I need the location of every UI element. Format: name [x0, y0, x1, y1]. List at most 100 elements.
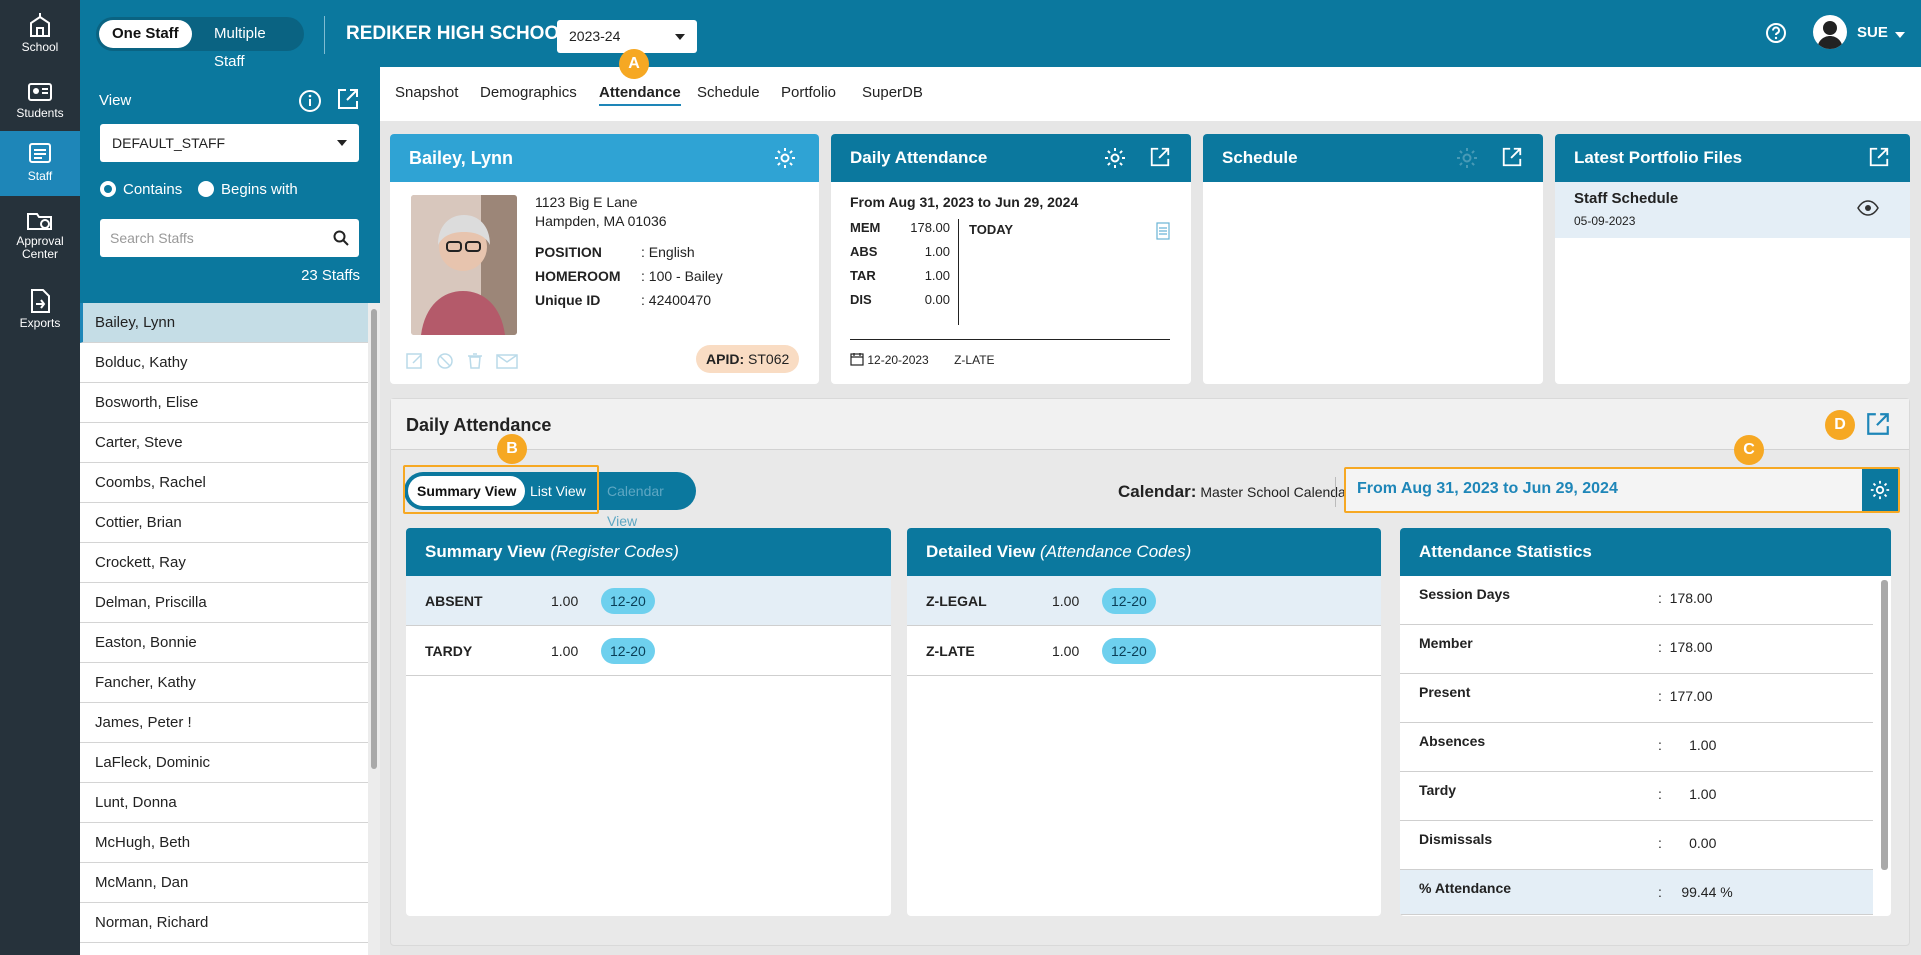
- staff-search-input[interactable]: [100, 219, 315, 257]
- staff-panel: View DEFAULT_STAFF Contains Begins with …: [80, 67, 380, 955]
- top-bar: One Staff Multiple Staff REDIKER HIGH SC…: [80, 0, 1921, 70]
- tab-snapshot[interactable]: Snapshot: [395, 84, 458, 101]
- user-name[interactable]: SUE: [1857, 24, 1888, 41]
- staff-list-item[interactable]: Bailey, Lynn: [80, 303, 368, 343]
- school-icon: [30, 13, 50, 37]
- field-label: POSITION: [535, 244, 602, 260]
- staff-list-item[interactable]: Coombs, Rachel: [80, 463, 368, 503]
- field-value: : English: [641, 244, 695, 260]
- block-icon[interactable]: [435, 351, 455, 371]
- chevron-down-icon: [675, 34, 685, 40]
- avatar[interactable]: [1813, 15, 1847, 49]
- staff-list-item[interactable]: McMann, Dan: [80, 863, 368, 903]
- tab-attendance[interactable]: Attendance: [599, 84, 681, 106]
- attendance-code-row[interactable]: Z-LATE 1.00 12-20: [907, 626, 1381, 676]
- email-icon[interactable]: [495, 351, 519, 371]
- portfolio-card-header: Latest Portfolio Files: [1555, 134, 1910, 182]
- statistic-label: Member: [1419, 635, 1473, 651]
- open-external-icon[interactable]: [1501, 146, 1523, 168]
- staff-list-item[interactable]: Carter, Steve: [80, 423, 368, 463]
- staff-list-item[interactable]: LaFleck, Dominic: [80, 743, 368, 783]
- staff-list-item[interactable]: Delman, Priscilla: [80, 583, 368, 623]
- app-rail: School Students Staff Approval Center Ex…: [0, 0, 80, 955]
- statistic-value: : 178.00: [1658, 639, 1713, 655]
- multiple-staff-toggle[interactable]: Multiple Staff: [201, 20, 304, 70]
- statistic-label: Absences: [1419, 733, 1486, 749]
- date-pill[interactable]: 12-20: [1102, 588, 1156, 614]
- highlight-box-b: [403, 465, 599, 514]
- attendance-code-row[interactable]: TARDY 1.00 12-20: [406, 626, 891, 676]
- main-content: Bailey, Lynn 1123 Big E Lane Hampden, MA…: [380, 121, 1921, 955]
- staff-list-item[interactable]: James, Peter !: [80, 703, 368, 743]
- detailed-rows: Z-LEGAL 1.00 12-20 Z-LATE 1.00 12-20: [907, 576, 1381, 676]
- portfolio-card: Latest Portfolio Files Staff Schedule 05…: [1555, 134, 1910, 384]
- staff-list-item[interactable]: Cottier, Brian: [80, 503, 368, 543]
- statistic-label: % Attendance: [1419, 880, 1512, 896]
- detailed-view-header: Detailed View (Attendance Codes): [907, 528, 1381, 576]
- panel-subtitle: (Register Codes): [550, 542, 679, 561]
- staff-list-item[interactable]: Bosworth, Elise: [80, 383, 368, 423]
- staff-icon: [29, 143, 51, 163]
- tab-superdb[interactable]: SuperDB: [862, 84, 923, 101]
- rail-item-exports[interactable]: Exports: [0, 288, 80, 330]
- note-icon[interactable]: [1155, 222, 1171, 240]
- daily-stats: MEM 178.00 ABS 1.00 TAR 1.00 DIS 0.00: [850, 220, 950, 316]
- staff-list-scrollbar[interactable]: [368, 303, 380, 955]
- rail-item-school[interactable]: School: [0, 12, 80, 54]
- attendance-code-row[interactable]: Z-LEGAL 1.00 12-20: [907, 576, 1381, 626]
- rail-item-staff[interactable]: Staff: [0, 131, 80, 196]
- daily-attendance-card-header: Daily Attendance: [831, 134, 1191, 182]
- edit-icon[interactable]: [405, 351, 425, 371]
- gear-icon[interactable]: [1103, 146, 1127, 170]
- tab-schedule[interactable]: Schedule: [697, 84, 760, 101]
- staff-list-item[interactable]: Fancher, Kathy: [80, 663, 368, 703]
- view-label: View: [99, 92, 132, 109]
- open-external-icon[interactable]: [336, 87, 360, 111]
- rail-item-students[interactable]: Students: [0, 80, 80, 120]
- search-icon[interactable]: [333, 230, 349, 246]
- info-icon[interactable]: [298, 89, 322, 113]
- radio-begins-with[interactable]: Begins with: [198, 181, 298, 198]
- one-staff-toggle[interactable]: One Staff: [99, 20, 192, 48]
- open-external-icon[interactable]: [1149, 146, 1171, 168]
- calendar-value: Master School Calendar: [1200, 484, 1351, 500]
- date-pill[interactable]: 12-20: [601, 638, 655, 664]
- summary-view-panel: Summary View (Register Codes) ABSENT 1.00…: [406, 528, 891, 916]
- stats-scrollbar[interactable]: [1881, 580, 1888, 870]
- rail-item-approval-center[interactable]: Approval Center: [0, 208, 80, 261]
- tab-demographics[interactable]: Demographics: [480, 84, 577, 101]
- field-value: : 100 - Bailey: [641, 268, 723, 284]
- year-select[interactable]: 2023-24: [557, 20, 697, 53]
- chevron-down-icon[interactable]: [1895, 32, 1905, 38]
- code-value: 1.00: [551, 643, 579, 659]
- date-pill[interactable]: 12-20: [601, 588, 655, 614]
- radio-label: Contains: [123, 181, 183, 198]
- radio-contains[interactable]: Contains: [100, 181, 182, 198]
- open-external-icon[interactable]: [1865, 411, 1891, 437]
- school-name: REDIKER HIGH SCHOOL: [346, 23, 571, 44]
- eye-icon[interactable]: [1857, 198, 1879, 218]
- statistic-row: Tardy: 1.00: [1400, 772, 1873, 821]
- stat-code: DIS: [850, 292, 872, 307]
- staff-list-item[interactable]: Bolduc, Kathy: [80, 343, 368, 383]
- tab-portfolio[interactable]: Portfolio: [781, 84, 836, 101]
- date-range[interactable]: From Aug 31, 2023 to Jun 29, 2024: [1357, 480, 1618, 498]
- staff-list-item[interactable]: McHugh, Beth: [80, 823, 368, 863]
- scrollbar-thumb[interactable]: [371, 309, 377, 769]
- open-external-icon[interactable]: [1868, 146, 1890, 168]
- attendance-section-header: Daily Attendance D: [391, 399, 1909, 450]
- staff-list-item[interactable]: Crockett, Ray: [80, 543, 368, 583]
- attendance-section: Daily Attendance D Summary View List Vie…: [390, 398, 1910, 946]
- staff-list-item[interactable]: Lunt, Donna: [80, 783, 368, 823]
- staff-list-item[interactable]: Norman, Richard: [80, 903, 368, 943]
- trash-icon[interactable]: [465, 351, 485, 371]
- gear-icon[interactable]: [773, 146, 797, 170]
- date-pill[interactable]: 12-20: [1102, 638, 1156, 664]
- view-select[interactable]: DEFAULT_STAFF: [100, 124, 359, 162]
- portfolio-file-row[interactable]: Staff Schedule 05-09-2023: [1555, 182, 1910, 238]
- date-range-settings-button[interactable]: [1862, 469, 1898, 511]
- help-icon[interactable]: [1765, 22, 1787, 44]
- staff-list-item[interactable]: Easton, Bonnie: [80, 623, 368, 663]
- attendance-code-row[interactable]: ABSENT 1.00 12-20: [406, 576, 891, 626]
- statistic-label: Tardy: [1419, 782, 1457, 798]
